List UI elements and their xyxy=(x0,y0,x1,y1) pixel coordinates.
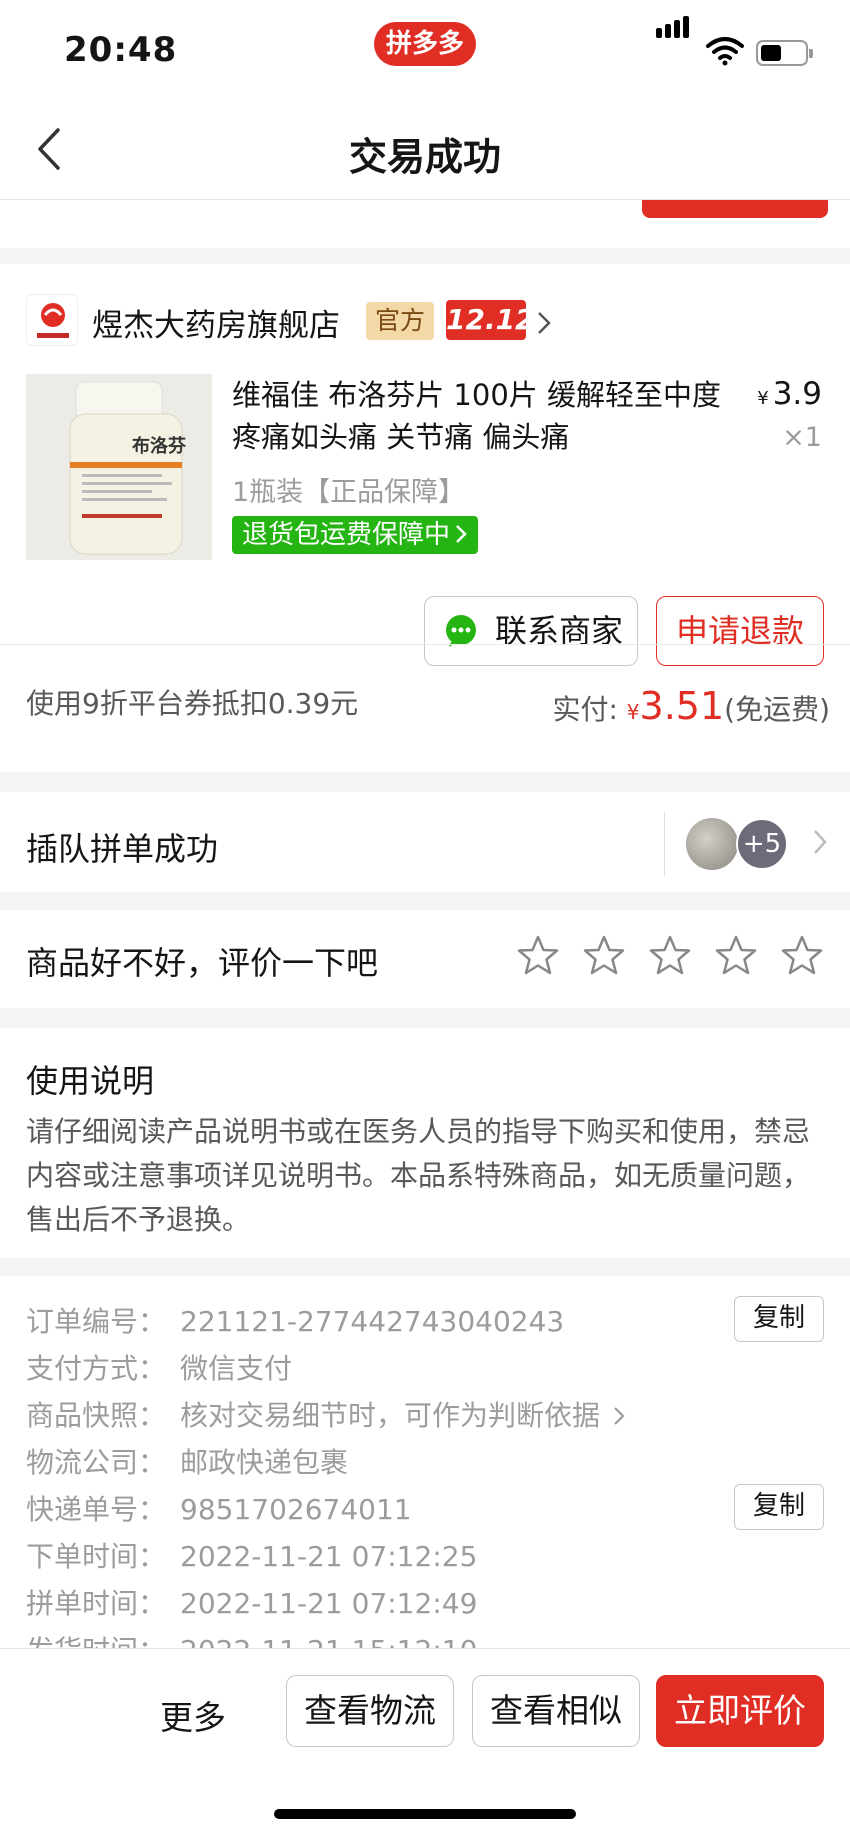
paid-label: 实付: xyxy=(552,693,618,726)
divider xyxy=(664,812,665,876)
status-time: 20:48 xyxy=(64,30,178,70)
info-label: 拼单时间： xyxy=(26,1587,167,1620)
info-label: 订单编号： xyxy=(26,1305,167,1338)
info-label: 下单时间： xyxy=(26,1540,167,1573)
chevron-right-icon xyxy=(814,830,827,854)
coupon-discount-text: 使用9折平台券抵扣0.39元 xyxy=(26,687,359,720)
currency-symbol: ¥ xyxy=(757,388,769,409)
snapshot-row[interactable]: 商品快照： 核对交易细节时，可作为判断依据 xyxy=(26,1394,626,1434)
snapshot-link: 核对交易细节时，可作为判断依据 xyxy=(180,1399,601,1432)
chevron-right-icon[interactable] xyxy=(536,310,552,336)
order-number: 221121-277442743040243 xyxy=(180,1305,565,1338)
product-title[interactable]: 维福佳 布洛芬片 100片 缓解轻至中度疼痛如头痛 关节痛 偏头痛 xyxy=(232,374,722,458)
event-badge: 12.12 xyxy=(446,300,535,340)
contact-merchant-button[interactable]: 联系商家 xyxy=(424,596,638,666)
info-label: 物流公司： xyxy=(26,1446,167,1479)
info-label: 商品快照： xyxy=(26,1399,167,1432)
group-time-row: 拼单时间： 2022-11-21 07:12:49 xyxy=(26,1582,477,1622)
price-value: 3.9 xyxy=(772,376,822,412)
pharmacy-logo-icon xyxy=(37,303,69,338)
chevron-right-icon xyxy=(614,1407,625,1425)
order-info: 订单编号： 221121-277442743040243 复制 支付方式： 微信支付… xyxy=(0,1276,850,1648)
product-price: ¥3.9 xyxy=(757,376,822,412)
usage-title: 使用说明 xyxy=(26,1062,155,1100)
review-row: 商品好不好，评价一下吧 xyxy=(0,910,850,1008)
chevron-right-icon xyxy=(456,525,467,543)
return-shipping-guarantee[interactable]: 退货包运费保障中 xyxy=(232,516,479,554)
bottom-action-bar: 更多 查看物流 查看相似 立即评价 xyxy=(0,1648,850,1839)
previous-section-edge xyxy=(0,200,850,248)
star-icon[interactable] xyxy=(582,934,626,978)
view-similar-button[interactable]: 查看相似 xyxy=(472,1675,640,1747)
more-button[interactable]: 更多 xyxy=(160,1691,226,1739)
shop-name[interactable]: 煜杰大药房旗舰店 xyxy=(92,300,340,345)
copy-tracking-number-button[interactable]: 复制 xyxy=(734,1484,824,1530)
tracking-number: 9851702674011 xyxy=(180,1493,412,1526)
page-title: 交易成功 xyxy=(348,135,501,179)
nav-bar: 交易成功 xyxy=(0,100,850,200)
group-buy-title: 插队拼单成功 xyxy=(26,830,219,868)
shipping-note: (免运费) xyxy=(724,693,830,726)
paid-currency: ¥ xyxy=(626,700,640,724)
info-label: 发货时间： xyxy=(26,1629,180,1648)
review-now-button[interactable]: 立即评价 xyxy=(656,1675,824,1747)
group-buy-row[interactable]: 插队拼单成功 +5 xyxy=(0,792,850,892)
usage-text: 请仔细阅读产品说明书或在医务人员的指导下购买和使用，禁忌内容或注意事项详见说明书… xyxy=(26,1115,811,1236)
product-quantity: ×1 xyxy=(782,422,822,453)
status-bar: 20:48 拼多多 xyxy=(0,0,850,100)
shop-logo[interactable] xyxy=(26,294,78,346)
order-time: 2022-11-21 07:12:25 xyxy=(180,1540,478,1573)
star-icon[interactable] xyxy=(516,934,560,978)
avatar-more-count: +5 xyxy=(736,818,788,870)
divider xyxy=(0,644,850,645)
product-image-label: 布洛芬 xyxy=(132,436,186,457)
medicine-bottle-image xyxy=(26,374,212,560)
paid-amount: 实付: ¥3.51(免运费) xyxy=(552,684,830,728)
product-image[interactable]: 布洛芬 xyxy=(26,374,212,560)
product-spec: 1瓶装【正品保障】 xyxy=(232,477,466,508)
app-badge: 拼多多 xyxy=(374,22,476,66)
review-prompt: 商品好不好，评价一下吧 xyxy=(26,944,379,982)
view-logistics-button[interactable]: 查看物流 xyxy=(286,1675,454,1747)
order-card: 煜杰大药房旗舰店 官方 12.12 布洛芬 维福佳 布洛芬片 100片 缓解轻至… xyxy=(0,264,850,772)
group-time: 2022-11-21 07:12:49 xyxy=(180,1587,478,1620)
info-label: 支付方式： xyxy=(26,1352,167,1385)
copy-order-number-button[interactable]: 复制 xyxy=(734,1296,824,1342)
order-number-row: 订单编号： 221121-277442743040243 xyxy=(26,1300,564,1340)
ship-time: 2022-11-21 15:12:10 xyxy=(180,1634,477,1648)
official-badge: 官方 xyxy=(366,302,434,340)
guarantee-label: 退货包运费保障中 xyxy=(242,520,451,550)
star-icon[interactable] xyxy=(648,934,692,978)
battery-icon xyxy=(756,40,813,66)
home-indicator xyxy=(274,1809,576,1819)
star-icon[interactable] xyxy=(780,934,824,978)
usage-instructions: 使用说明 请仔细阅读产品说明书或在医务人员的指导下购买和使用，禁忌内容或注意事项… xyxy=(0,1028,850,1258)
order-time-row: 下单时间： 2022-11-21 07:12:25 xyxy=(26,1535,477,1575)
refund-button[interactable]: 申请退款 xyxy=(656,596,824,666)
logistics-company: 邮政快递包裹 xyxy=(180,1446,349,1479)
payment-method-row: 支付方式： 微信支付 xyxy=(26,1347,292,1387)
wifi-icon xyxy=(706,37,744,66)
star-icon[interactable] xyxy=(714,934,758,978)
avatar xyxy=(686,818,738,870)
logistics-company-row: 物流公司： 邮政快递包裹 xyxy=(26,1441,348,1481)
previous-action-button[interactable] xyxy=(642,200,828,218)
ship-time-row: 发货时间：2022-11-21 15:12:10 xyxy=(26,1629,477,1648)
payment-method: 微信支付 xyxy=(180,1352,293,1385)
chat-bubble-icon xyxy=(446,615,476,647)
info-label: 快递单号： xyxy=(26,1493,167,1526)
paid-value: 3.51 xyxy=(639,684,725,728)
tracking-number-row: 快递单号： 9851702674011 xyxy=(26,1488,412,1528)
